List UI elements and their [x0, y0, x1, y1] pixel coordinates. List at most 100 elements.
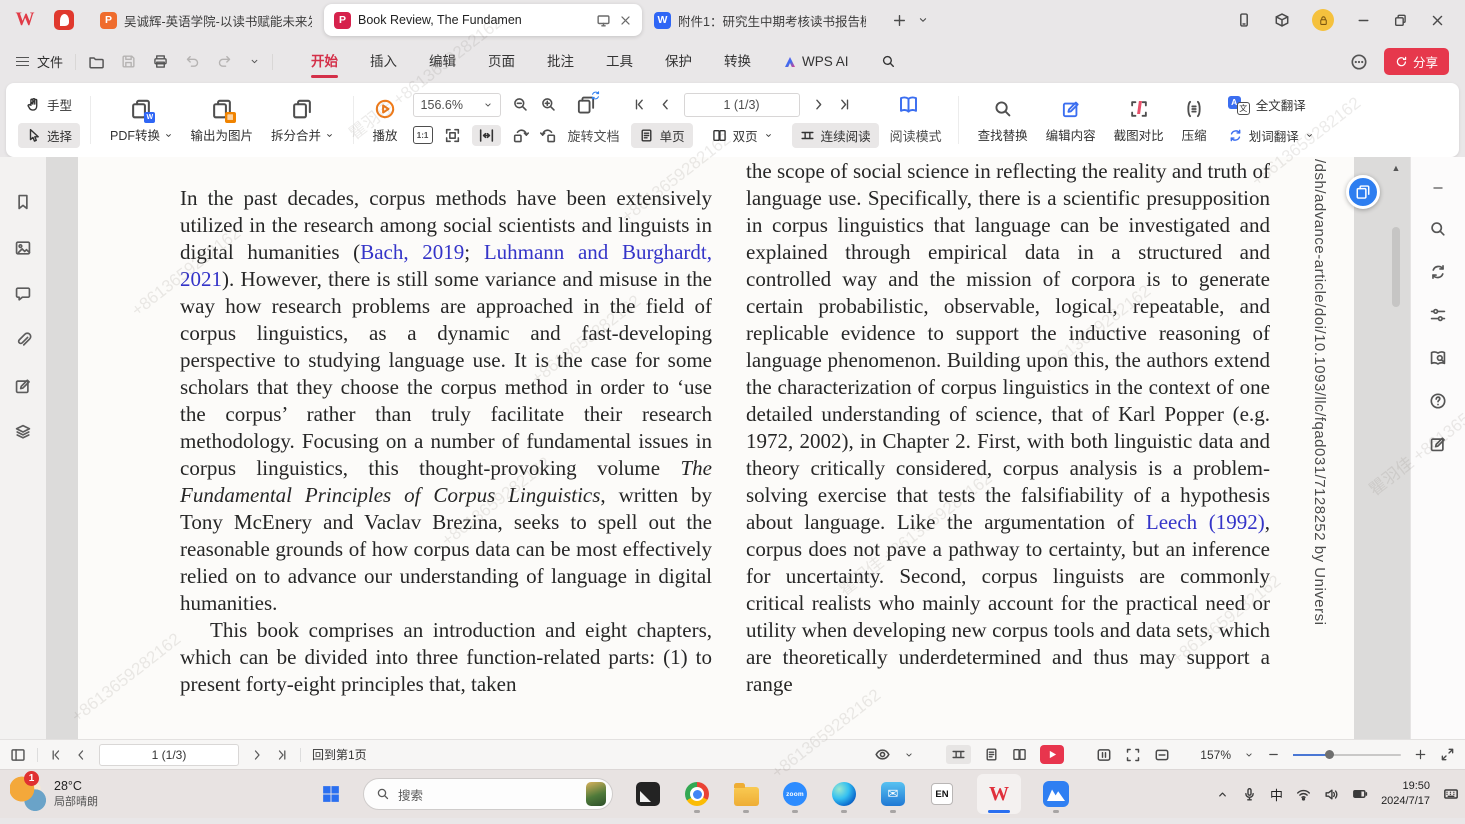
- vertical-scrollbar[interactable]: ▲: [1388, 163, 1404, 733]
- rotate-left-button[interactable]: [512, 127, 529, 144]
- battery-icon[interactable]: [1352, 786, 1368, 802]
- microphone-icon[interactable]: [1242, 787, 1257, 802]
- attachments-panel-icon[interactable]: [14, 331, 32, 349]
- tab-presentation[interactable]: P 吴诚辉-英语学院-以读书赋能未来发展: [90, 5, 322, 35]
- open-file-icon[interactable]: [88, 54, 104, 70]
- view-mode-eye-icon[interactable]: [874, 746, 891, 763]
- taskbar-app-wps-active[interactable]: W: [977, 774, 1021, 814]
- collapse-panel-icon[interactable]: [1431, 181, 1445, 195]
- menu-search[interactable]: [865, 40, 912, 83]
- double-page-button[interactable]: 双页: [704, 123, 781, 148]
- full-translate-button[interactable]: A文 全文翻译: [1220, 92, 1322, 117]
- last-page-button[interactable]: [837, 97, 852, 112]
- fit-width-button[interactable]: [1154, 747, 1170, 763]
- actual-size-button[interactable]: 1:1: [413, 126, 433, 144]
- previous-page-button[interactable]: [74, 748, 88, 762]
- hand-tool-button[interactable]: 手型: [18, 92, 80, 117]
- citation-link[interactable]: Bach, 2019: [360, 240, 464, 264]
- first-page-button[interactable]: [49, 748, 63, 762]
- cast-screen-icon[interactable]: [596, 13, 611, 28]
- zoom-in-plus-icon[interactable]: [1414, 748, 1427, 761]
- close-window-button[interactable]: [1430, 13, 1445, 28]
- bookmarks-panel-icon[interactable]: [14, 193, 32, 211]
- menu-tab-home[interactable]: 开始: [295, 40, 354, 83]
- zoom-out-icon[interactable]: [512, 96, 529, 113]
- next-page-button[interactable]: [811, 97, 826, 112]
- fit-width-button[interactable]: [472, 125, 501, 146]
- more-actions-chevron-icon[interactable]: [249, 56, 260, 67]
- word-translate-button[interactable]: 划词翻译: [1220, 123, 1322, 148]
- toggle-sidebar-icon[interactable]: [10, 747, 26, 763]
- double-page-toggle[interactable]: [1012, 747, 1027, 762]
- page-number-input[interactable]: 1 (1/3): [684, 93, 800, 117]
- taskbar-app-language[interactable]: EN: [928, 774, 956, 814]
- new-tab-icon[interactable]: [892, 13, 907, 28]
- menu-tab-convert[interactable]: 转换: [708, 40, 767, 83]
- menu-tab-comment[interactable]: 批注: [531, 40, 590, 83]
- previous-page-button[interactable]: [658, 97, 673, 112]
- redo-icon[interactable]: [217, 54, 232, 69]
- fit-page-button[interactable]: [444, 127, 461, 144]
- screenshot-compare-button[interactable]: 截图对比: [1105, 97, 1173, 144]
- settings-sliders-icon[interactable]: [1429, 306, 1447, 324]
- scroll-up-arrow[interactable]: ▲: [1388, 163, 1404, 173]
- continuous-read-toggle[interactable]: [946, 745, 971, 764]
- taskbar-search-box[interactable]: 搜索: [363, 778, 613, 810]
- single-page-button[interactable]: 单页: [631, 123, 693, 148]
- pdf-page[interactable]: In the past decades, corpus methods have…: [78, 157, 1354, 739]
- split-merge-button[interactable]: 拆分合并: [262, 97, 343, 144]
- tab-pdf-active[interactable]: P Book Review, The Fundamen: [324, 4, 642, 36]
- scrollbar-thumb[interactable]: [1392, 227, 1400, 307]
- menu-tab-tools[interactable]: 工具: [590, 40, 649, 83]
- restore-window-button[interactable]: [1393, 13, 1408, 28]
- print-icon[interactable]: [153, 54, 168, 69]
- zoom-slider[interactable]: [1293, 754, 1401, 756]
- taskbar-app-meeting[interactable]: [1042, 774, 1070, 814]
- help-icon[interactable]: [1429, 392, 1447, 410]
- compress-button[interactable]: 压缩: [1173, 97, 1216, 144]
- continuous-read-button[interactable]: 连续阅读: [792, 123, 879, 148]
- zoom-percent-label[interactable]: 157%: [1200, 748, 1231, 762]
- taskbar-app-dark[interactable]: [634, 774, 662, 814]
- fullscreen-icon[interactable]: [1440, 747, 1455, 762]
- play-slideshow-button[interactable]: 播放: [364, 97, 407, 144]
- save-icon[interactable]: [121, 54, 136, 69]
- member-avatar[interactable]: [1312, 9, 1334, 31]
- menu-tab-insert[interactable]: 插入: [354, 40, 413, 83]
- file-menu[interactable]: 文件: [16, 52, 63, 71]
- zoom-in-icon[interactable]: [540, 96, 557, 113]
- menu-tab-wps-ai[interactable]: WPS AI: [767, 40, 865, 83]
- next-page-button[interactable]: [250, 748, 264, 762]
- search-highlight-thumbnail[interactable]: [586, 782, 606, 806]
- read-mode-button[interactable]: 阅读模式: [890, 126, 942, 145]
- back-to-page-button[interactable]: 回到第1页: [312, 746, 367, 763]
- translate-panel-icon[interactable]: [1429, 263, 1447, 281]
- taskbar-app-mail[interactable]: ✉: [879, 774, 907, 814]
- windows-start-button[interactable]: [320, 783, 342, 805]
- chevron-down-icon[interactable]: [1244, 750, 1254, 760]
- extract-image-float-button[interactable]: [1346, 175, 1380, 209]
- zoom-out-minus-icon[interactable]: [1267, 748, 1280, 761]
- first-page-button[interactable]: [632, 97, 647, 112]
- share-button[interactable]: 分享: [1384, 48, 1449, 75]
- skin-settings-icon[interactable]: [1274, 12, 1290, 28]
- docer-icon[interactable]: [54, 10, 74, 30]
- menu-tab-page[interactable]: 页面: [472, 40, 531, 83]
- rotate-pages-icon[interactable]: [576, 93, 596, 117]
- play-button[interactable]: [1040, 745, 1064, 764]
- tab-list-chevron-icon[interactable]: [917, 14, 929, 26]
- weather-widget[interactable]: 1 28°C 局部晴朗: [10, 775, 98, 812]
- auto-scroll-button[interactable]: [1096, 747, 1112, 763]
- taskbar-app-zoom[interactable]: zoom: [781, 774, 809, 814]
- signature-panel-icon[interactable]: [14, 377, 32, 395]
- reading-assist-icon[interactable]: [1429, 349, 1447, 367]
- zoom-level-input[interactable]: 156.6%: [413, 93, 501, 117]
- wps-logo[interactable]: W: [8, 9, 42, 31]
- export-as-image-button[interactable]: ▦ 输出为图片: [182, 97, 263, 144]
- last-page-button[interactable]: [275, 748, 289, 762]
- volume-icon[interactable]: [1324, 787, 1339, 802]
- page-number-input[interactable]: 1 (1/3): [99, 744, 239, 766]
- select-tool-button[interactable]: 选择: [18, 123, 80, 148]
- taskbar-app-file-explorer[interactable]: [732, 774, 760, 814]
- rotate-doc-label[interactable]: 旋转文档: [568, 126, 620, 145]
